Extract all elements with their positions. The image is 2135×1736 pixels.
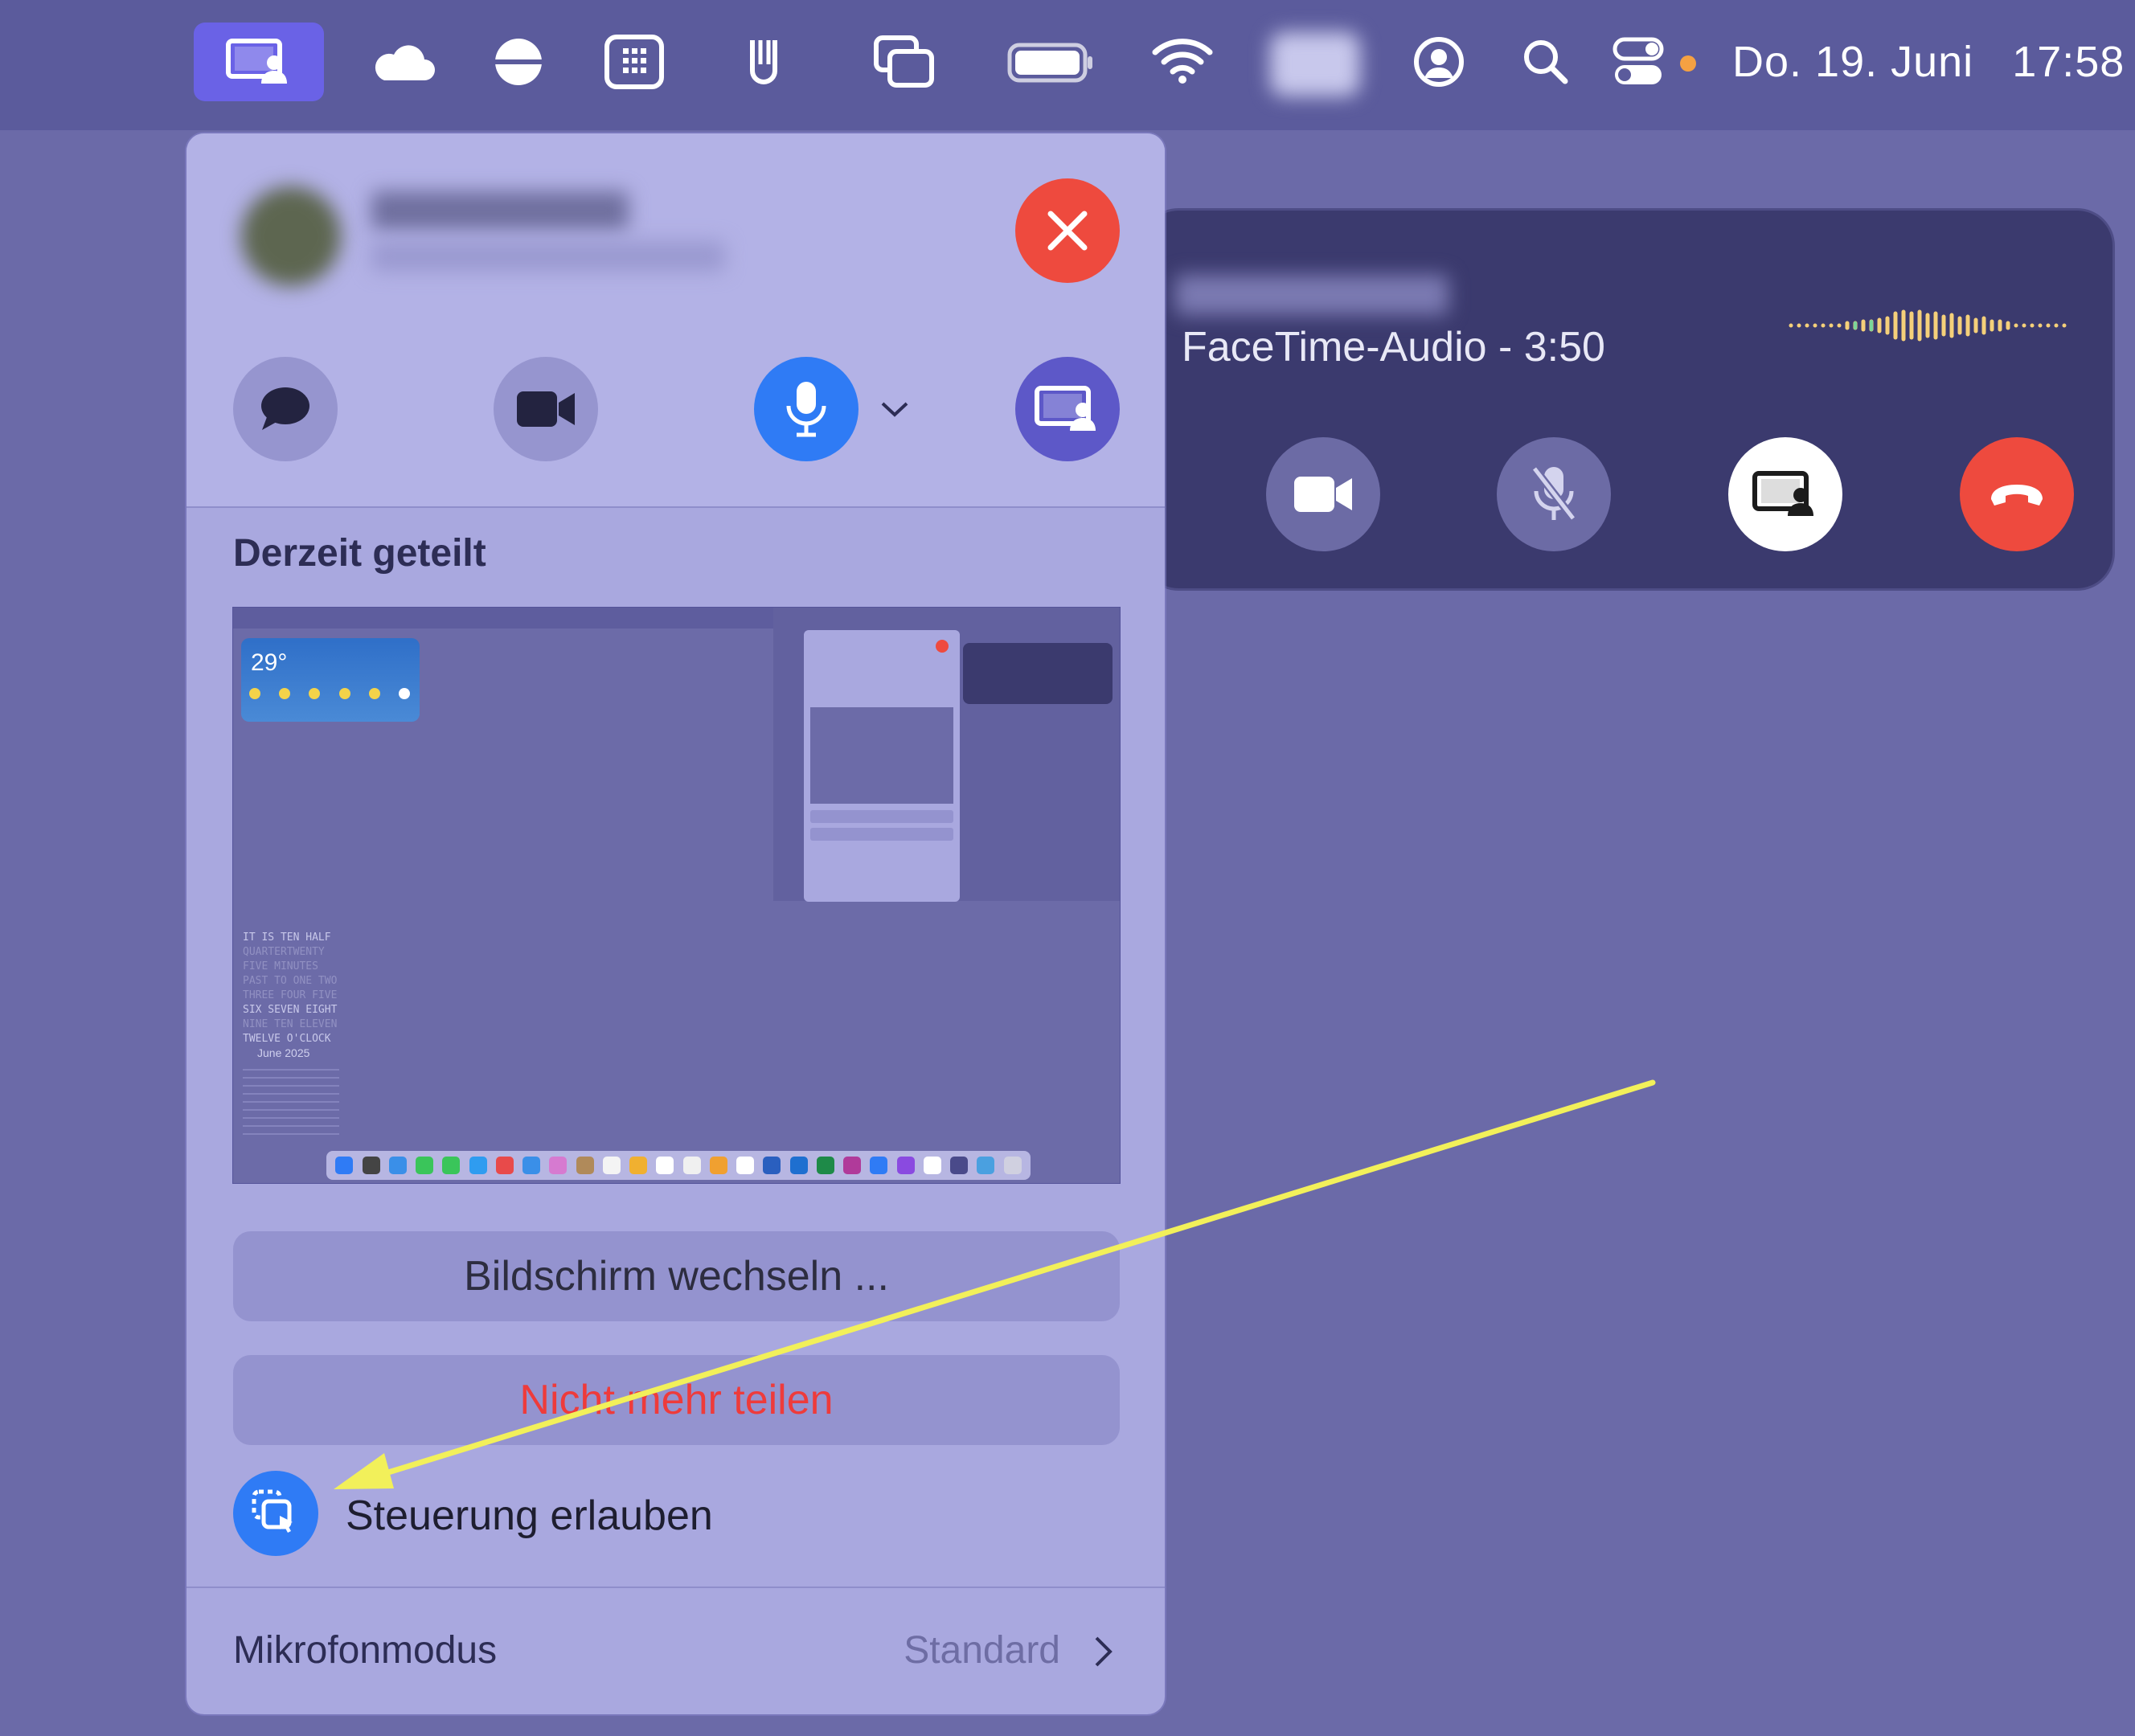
microphone-mode-row[interactable]: Mikrofonmodus Standard [186,1588,1165,1714]
preview-weather-widget: 29° [241,638,420,722]
allow-control-button[interactable] [233,1471,318,1556]
close-icon [1047,211,1088,251]
hud-end-call-button[interactable] [1960,437,2074,551]
header-divider [186,506,1165,508]
contact-name-blurred [371,191,629,230]
control-center-icon[interactable] [1612,32,1700,92]
hud-video-button[interactable] [1266,437,1380,551]
menu-bar-clock[interactable]: Do. 19. Juni 17:58 [1732,32,2125,92]
remote-control-icon [252,1489,293,1533]
contact-avatar [241,186,341,286]
screen-sharing-menu-icon[interactable] [194,23,324,101]
video-button[interactable] [494,357,598,461]
chevron-down-icon [881,402,908,417]
microphone-button[interactable] [754,357,859,461]
menu-bar: Do. 19. Juni 17:58 [0,0,2135,130]
audio-waveform-icon [1789,309,2067,342]
shared-screen-preview[interactable]: 29° IT IS TEN HALF QUARTERTWENTY FIVE MI… [233,608,1120,1183]
battery-icon[interactable] [1006,39,1095,87]
preview-calendar-grid [243,1062,339,1135]
switch-screen-button[interactable]: Bildschirm wechseln ... [233,1231,1120,1321]
screen-sharing-panel: Derzeit geteilt 29° IT IS TEN HALF QUART… [186,133,1165,1714]
search-icon[interactable] [1519,34,1572,90]
currently-shared-title: Derzeit geteilt [233,532,486,575]
grid-icon[interactable] [601,31,667,93]
stop-sharing-button[interactable]: Nicht mehr teilen [233,1355,1120,1445]
u-clip-icon[interactable] [744,32,784,92]
user-circle-icon[interactable] [1411,32,1467,92]
screen-share-button[interactable] [1015,357,1120,461]
half-circle-icon[interactable] [490,32,547,92]
caller-name-blurred [1175,275,1449,315]
message-icon [261,387,309,430]
screen-share-icon [1035,386,1096,431]
wifi-icon[interactable] [1151,34,1214,87]
time-text: 17:58 [2012,38,2125,86]
preview-weather-forecast [249,688,410,712]
preview-word-clock: IT IS TEN HALF QUARTERTWENTY FIVE MINUTE… [243,931,338,1045]
call-status-text: FaceTime-Audio - 3:50 [1182,324,1605,371]
contact-subtitle-blurred [371,241,725,272]
allow-control-label: Steuerung erlauben [346,1492,713,1539]
facetime-call-hud: FaceTime-Audio - 3:50 [1143,211,2112,588]
preview-weather-temp: 29° [251,649,288,676]
preview-calendar-label: June 2025 [257,1046,310,1059]
video-camera-icon [517,391,575,427]
microphone-icon [786,382,826,437]
preview-dock [326,1151,1031,1180]
blurred-icon[interactable] [1270,32,1360,96]
date-text: Do. 19. Juni [1732,38,1974,86]
allow-control-row[interactable]: Steuerung erlauben [233,1471,1120,1558]
preview-nested-hud [963,643,1113,704]
message-button[interactable] [233,357,338,461]
microphone-options-chevron[interactable] [875,389,915,429]
panel-header [186,133,1165,506]
cloud-icon[interactable] [366,32,438,92]
hud-mute-button[interactable] [1497,437,1611,551]
microphone-mode-value: Standard [904,1629,1060,1672]
close-button[interactable] [1015,178,1120,283]
hud-screen-share-button[interactable] [1728,437,1842,551]
microphone-mode-label: Mikrofonmodus [233,1629,498,1672]
preview-nested-panel [804,630,960,902]
windows-icon[interactable] [872,34,936,90]
chevron-right-icon [1095,1636,1113,1667]
